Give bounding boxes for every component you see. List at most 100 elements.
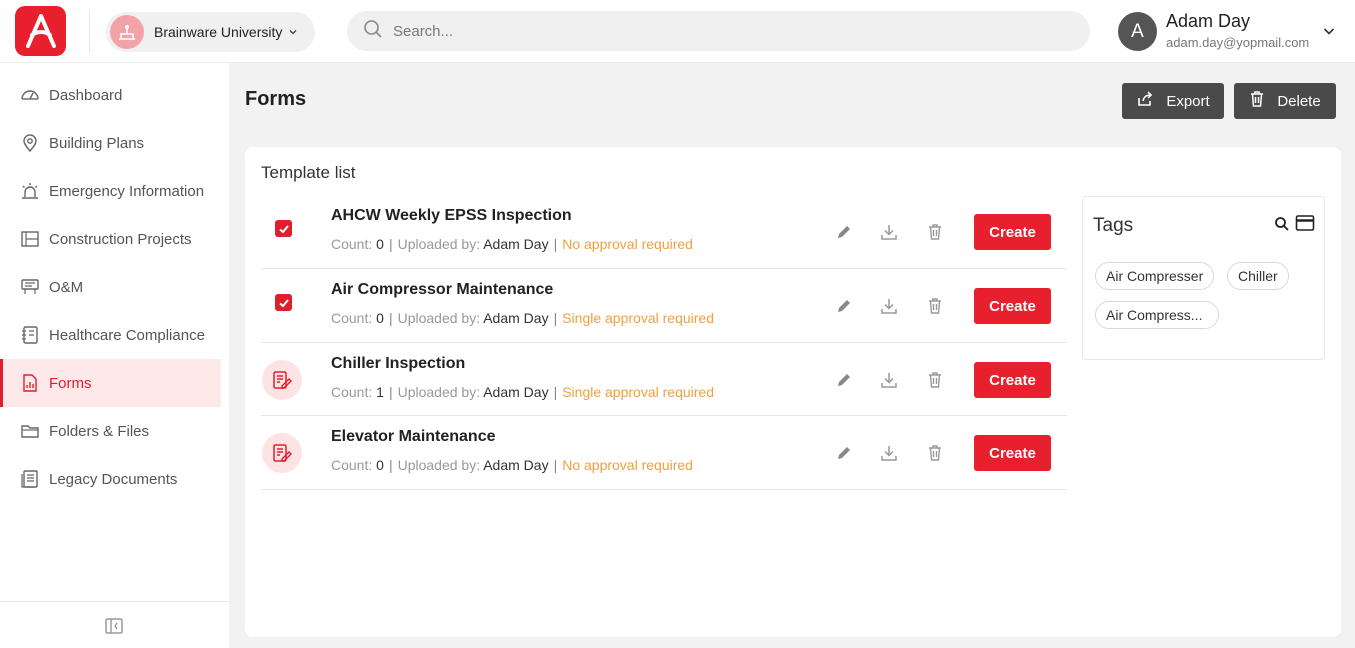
tag-chip[interactable]: Air Compress... [1095,301,1219,329]
sidebar-item-label: Healthcare Compliance [49,326,205,344]
sidebar-item-label: Emergency Information [49,182,205,200]
sidebar-item-label: Folders & Files [49,422,150,440]
download-icon[interactable] [879,222,899,242]
table-row: Air Compressor Maintenance Count: 0 | Uplo… [261,269,1067,343]
table-row: Chiller Inspection Count: 1 | Uploaded by:… [261,343,1067,416]
search-input[interactable] [393,22,1043,40]
sidebar-item-construction-projects[interactable]: Construction Projects [0,215,221,263]
uploaded-by-value: Adam Day [483,310,549,326]
trash-icon[interactable] [925,370,945,390]
presentation-icon [20,277,40,297]
delete-label: Delete [1277,92,1321,110]
search-icon[interactable] [1274,216,1290,237]
sidebar-divider [0,601,229,602]
sidebar-item-forms[interactable]: Forms [0,359,221,407]
sidebar-item-dashboard[interactable]: Dashboard [0,71,221,119]
template-meta: Count: 1 | Uploaded by: Adam Day | Single ap… [331,384,714,400]
edit-icon[interactable] [834,443,854,463]
create-button[interactable]: Create [974,435,1051,471]
meta-separator: | [388,310,393,326]
chevron-down-icon [288,27,298,37]
uploaded-by-value: Adam Day [483,236,549,252]
chevron-down-icon[interactable] [1322,24,1336,43]
approval-status: Single approval required [562,384,714,400]
folder-icon [20,421,40,441]
organization-selector[interactable]: Brainware University [106,12,315,52]
sidebar-item-om[interactable]: O&M [0,263,221,311]
export-label: Export [1166,92,1210,110]
export-icon [1136,90,1154,112]
template-meta: Count: 0 | Uploaded by: Adam Day | No approv… [331,236,693,252]
delete-button[interactable]: Delete [1234,83,1336,119]
table-row: AHCW Weekly EPSS Inspection Count: 0 | Upl… [261,195,1067,269]
template-name[interactable]: Chiller Inspection [331,355,465,373]
edit-icon[interactable] [834,296,854,316]
logo-a-icon [25,14,56,48]
document-icon [20,469,40,489]
download-icon[interactable] [879,296,899,316]
blueprint-icon [20,229,40,249]
template-name[interactable]: AHCW Weekly EPSS Inspection [331,207,572,225]
uploaded-label: Uploaded by: [397,310,481,326]
sidebar-item-label: O&M [49,278,84,296]
export-button[interactable]: Export [1122,83,1224,119]
trash-icon[interactable] [925,443,945,463]
template-name[interactable]: Elevator Maintenance [331,428,496,446]
sidebar-item-emergency-information[interactable]: Emergency Information [0,167,221,215]
meta-separator: | [388,384,393,400]
template-list-card: Template list AHCW Weekly EPSS Inspectio… [245,147,1341,637]
sidebar-item-building-plans[interactable]: Building Plans [0,119,221,167]
trash-icon[interactable] [925,222,945,242]
dashboard-icon [20,85,40,105]
row-checkbox[interactable] [275,294,292,311]
template-list-title: Template list [261,163,356,182]
search-bar [347,11,1090,51]
create-button[interactable]: Create [974,214,1051,250]
alarm-icon [20,181,40,201]
sidebar-item-folders-files[interactable]: Folders & Files [0,407,221,455]
count-label: Count: [331,310,373,326]
card-view-icon[interactable] [1295,214,1315,237]
uploaded-label: Uploaded by: [397,236,481,252]
table-row: Elevator Maintenance Count: 0 | Uploaded b… [261,416,1067,490]
sidebar-item-label: Forms [49,374,92,392]
count-label: Count: [331,236,373,252]
edit-icon[interactable] [834,222,854,242]
sidebar-item-healthcare-compliance[interactable]: Healthcare Compliance [0,311,221,359]
tag-chip[interactable]: Chiller [1227,262,1289,290]
meta-separator: | [553,457,558,473]
header-divider [89,10,90,52]
edit-icon[interactable] [834,370,854,390]
user-email: adam.day@yopmail.com [1166,35,1310,50]
meta-separator: | [553,236,558,252]
user-menu[interactable]: A Adam Day adam.day@yopmail.com [1118,11,1343,53]
row-checkbox[interactable] [275,220,292,237]
download-icon[interactable] [879,370,899,390]
template-name[interactable]: Air Compressor Maintenance [331,281,553,299]
avatar: A [1118,12,1157,51]
download-icon[interactable] [879,443,899,463]
create-button[interactable]: Create [974,288,1051,324]
organization-name: Brainware University [154,24,283,40]
sidebar-item-label: Dashboard [49,86,123,104]
create-button[interactable]: Create [974,362,1051,398]
trash-icon[interactable] [925,296,945,316]
form-icon [262,360,302,400]
template-meta: Count: 0 | Uploaded by: Adam Day | No approv… [331,457,693,473]
sidebar-item-label: Building Plans [49,134,145,152]
trash-icon [1249,90,1265,112]
uploaded-by-value: Adam Day [483,384,549,400]
app-logo[interactable] [15,6,66,56]
approval-status: No approval required [562,457,693,473]
approval-status: Single approval required [562,310,714,326]
organization-icon [110,15,144,49]
uploaded-label: Uploaded by: [397,457,481,473]
tag-chip[interactable]: Air Compresser [1095,262,1215,290]
sidebar-item-legacy-documents[interactable]: Legacy Documents [0,455,221,503]
notebook-icon [20,325,40,345]
meta-separator: | [553,384,558,400]
collapse-sidebar-icon[interactable] [104,616,124,636]
sidebar-item-label: Construction Projects [49,230,192,248]
approval-status: No approval required [562,236,693,252]
search-icon [363,19,383,44]
